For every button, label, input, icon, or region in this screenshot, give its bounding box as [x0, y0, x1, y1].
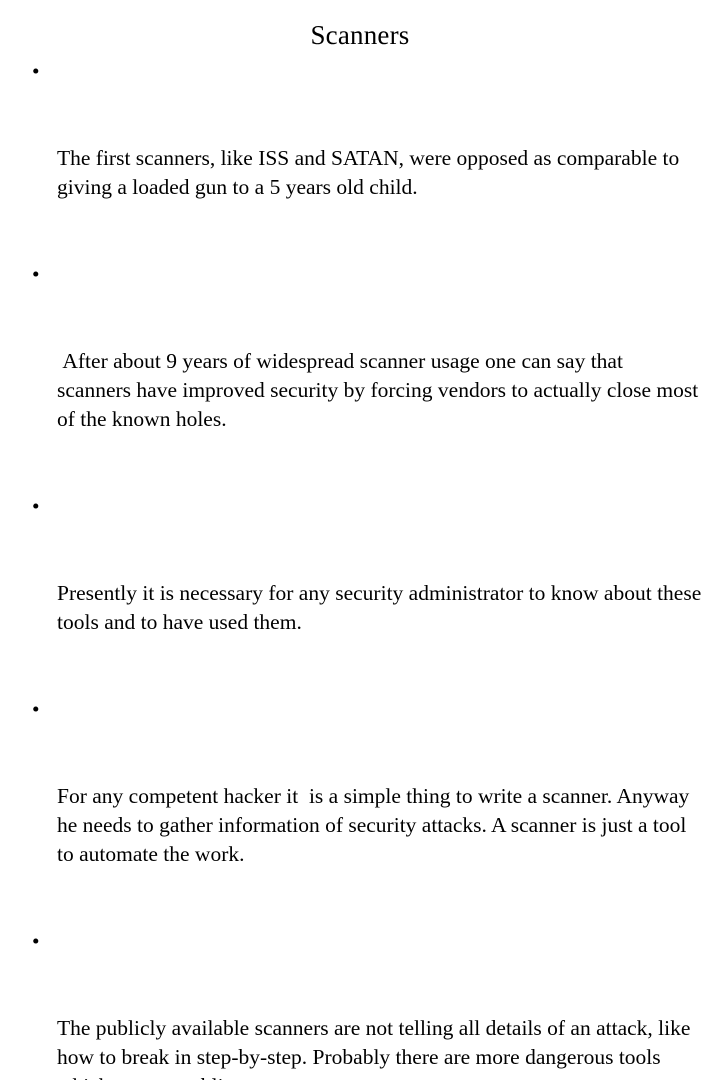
- bullet-icon: •: [32, 697, 40, 721]
- page-title: Scanners: [310, 20, 410, 50]
- list-item: • The first scanners, like ISS and SATAN…: [26, 57, 702, 260]
- list-item: • After about 9 years of widespread scan…: [26, 260, 702, 492]
- list-item-text: After about 9 years of widespread scanne…: [57, 349, 704, 431]
- bullet-icon: •: [32, 262, 40, 286]
- list-item-text: Presently it is necessary for any securi…: [57, 581, 707, 634]
- presentation-slide: Scanners • The first scanners, like ISS …: [0, 0, 720, 1080]
- list-item-text: The first scanners, like ISS and SATAN, …: [57, 146, 685, 199]
- list-item: • The publicly available scanners are no…: [26, 927, 702, 1080]
- list-item-text: The publicly available scanners are not …: [57, 1016, 691, 1080]
- list-item: • Presently it is necessary for any secu…: [26, 492, 702, 695]
- bullet-icon: •: [32, 59, 40, 83]
- bullet-icon: •: [32, 494, 40, 518]
- list-item-text: For any competent hacker it is a simple …: [57, 784, 695, 866]
- bullet-icon: •: [32, 929, 40, 953]
- list-item: • For any competent hacker it is a simpl…: [26, 695, 702, 927]
- slide-bullet-list: • The first scanners, like ISS and SATAN…: [26, 57, 702, 1080]
